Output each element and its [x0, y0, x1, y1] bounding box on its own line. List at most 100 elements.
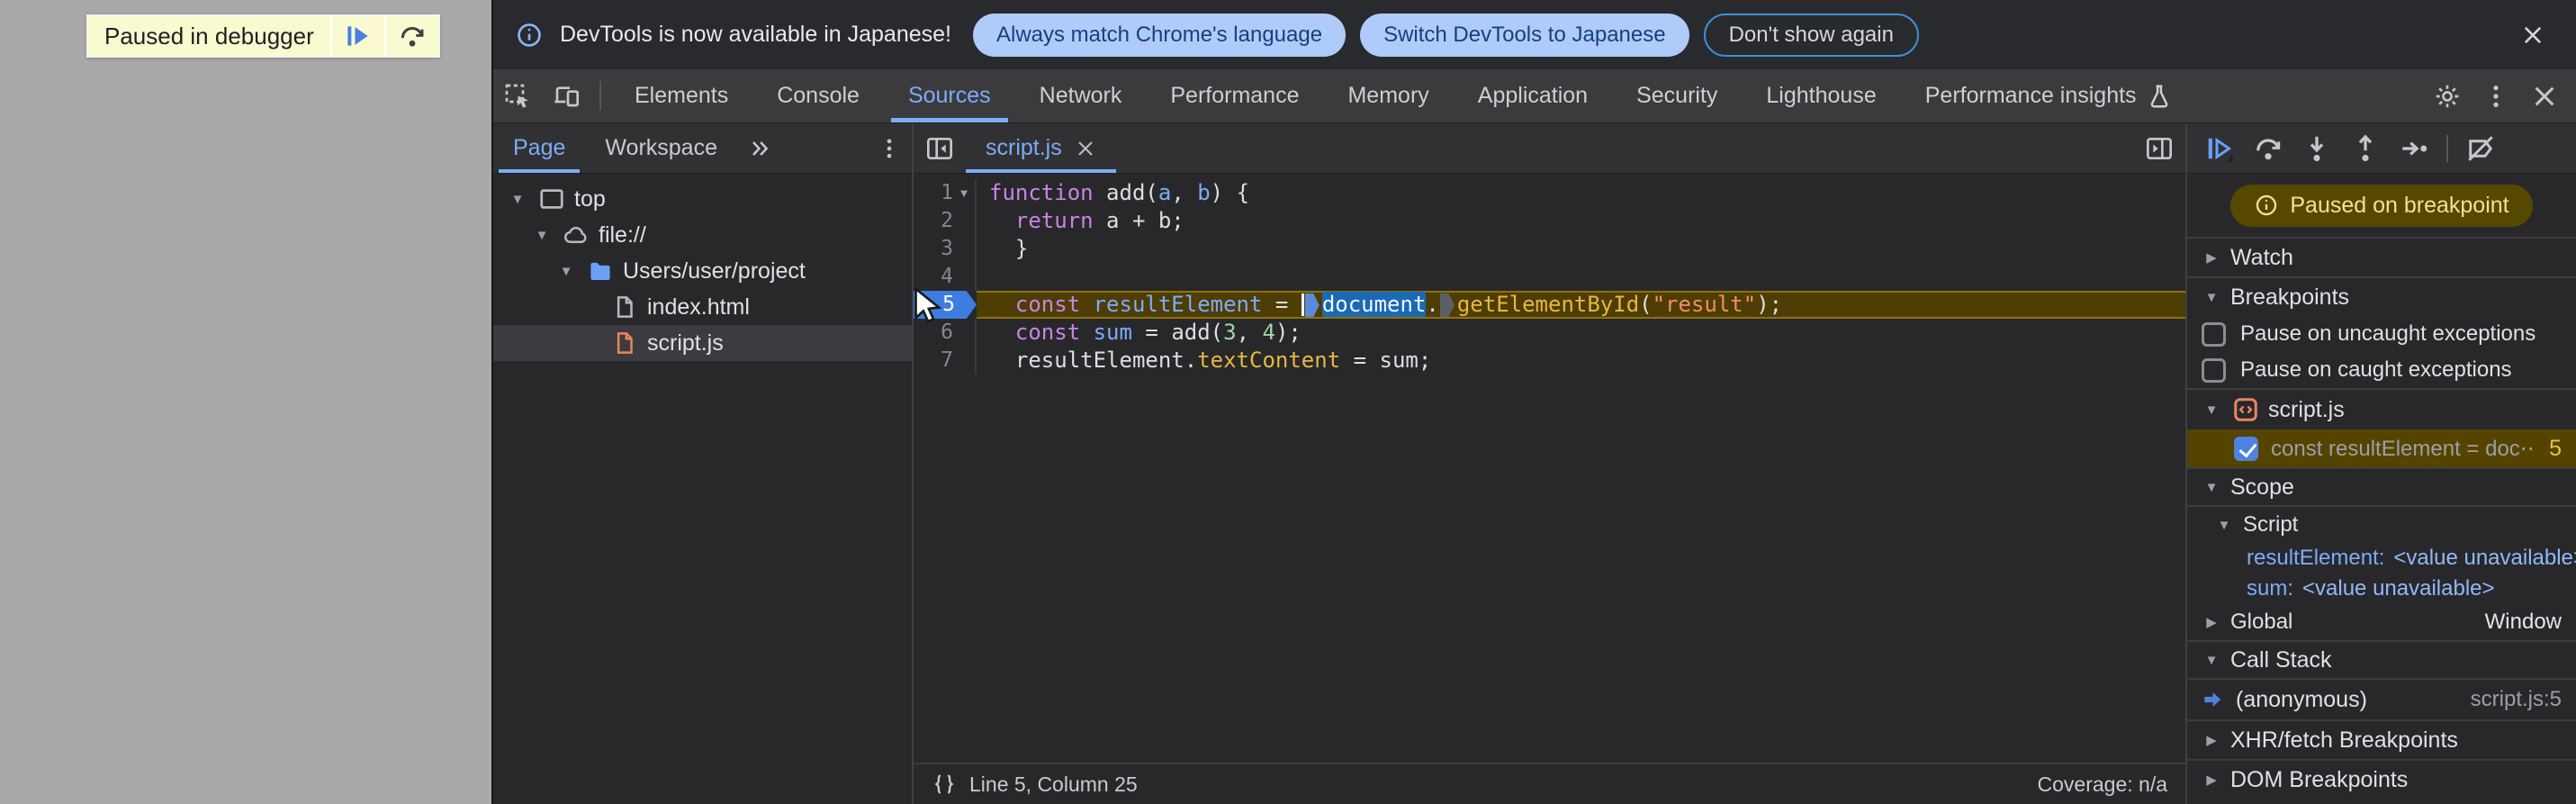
tree-item-label: index.html: [647, 294, 750, 320]
navigator-menu-button[interactable]: [867, 123, 912, 173]
scope-variable[interactable]: sum: <value unavailable>: [2187, 574, 2576, 604]
line-number[interactable]: 7: [914, 347, 977, 375]
step-button[interactable]: [2391, 128, 2437, 169]
close-icon: [2520, 23, 2545, 48]
step-out-button[interactable]: [2342, 128, 2389, 169]
pause-on-uncaught-exceptions-checkbox[interactable]: [2202, 321, 2226, 347]
code-text[interactable]: [977, 263, 2185, 291]
tab-console[interactable]: Console: [752, 69, 884, 122]
scope-script-group[interactable]: ▼ Script: [2187, 507, 2576, 543]
more-options-button[interactable]: [2472, 82, 2520, 111]
section-xhr-breakpoints[interactable]: ▶ XHR/fetch Breakpoints: [2187, 719, 2576, 759]
banner-step-over-button[interactable]: [383, 16, 438, 56]
breakpoint-marker[interactable]: 5: [914, 291, 977, 319]
tree-item-index-html[interactable]: index.html: [493, 289, 912, 325]
global-scope-value: Window: [2484, 610, 2562, 634]
infobar-button-always-match-chrome-s-language[interactable]: Always match Chrome's language: [972, 13, 1347, 57]
code-token: (: [1639, 292, 1653, 317]
tab-close-button[interactable]: [1075, 138, 1096, 159]
resume-script-button[interactable]: [2196, 128, 2243, 169]
call-stack-frame[interactable]: (anonymous) script.js:5: [2187, 680, 2576, 719]
code-token: resultElement: [1093, 292, 1263, 317]
line-number[interactable]: 3: [914, 235, 977, 263]
more-tabs-button[interactable]: [737, 123, 782, 173]
pretty-print-icon[interactable]: [932, 772, 957, 797]
code-line-4: 4: [914, 263, 2185, 291]
code-text[interactable]: const sum = add(3, 4);: [977, 319, 2185, 347]
tab-security[interactable]: Security: [1612, 69, 1742, 122]
inline-breakpoint-marker[interactable]: [1304, 294, 1320, 317]
tree-item-label: Users/user/project: [623, 257, 806, 284]
line-number-text: 6: [941, 321, 953, 344]
tab-memory[interactable]: Memory: [1323, 69, 1453, 122]
pause-on-uncaught-exceptions-row[interactable]: Pause on uncaught exceptions: [2187, 316, 2576, 352]
toggle-device-toolbar-button[interactable]: [542, 69, 590, 122]
chevron-down-icon[interactable]: ▼: [554, 264, 578, 279]
infobar-button-don-t-show-again[interactable]: Don't show again: [1703, 13, 1919, 57]
tab-lighthouse[interactable]: Lighthouse: [1742, 69, 1900, 122]
call-stack-frames: (anonymous) script.js:5: [2187, 680, 2576, 719]
info-icon: [515, 21, 544, 50]
pause-on-caught-exceptions-row[interactable]: Pause on caught exceptions: [2187, 352, 2576, 388]
code-text[interactable]: function add(a, b) {: [977, 179, 2185, 207]
close-devtools-button[interactable]: [2520, 82, 2569, 111]
tab-label: Security: [1636, 83, 1718, 108]
section-watch[interactable]: ▶ Watch: [2187, 237, 2576, 276]
tree-item-users-user-project[interactable]: ▼ Users/user/project: [493, 253, 912, 289]
toggle-debugger-sidebar-button[interactable]: [2133, 123, 2185, 173]
inline-breakpoint-marker[interactable]: [1439, 294, 1455, 317]
tab-performance-insights[interactable]: Performance insights: [1901, 69, 2197, 122]
code-editor[interactable]: 1 ▼ function add(a, b) {2 return a + b; 3 }…: [914, 174, 2185, 763]
tab-elements[interactable]: Elements: [610, 69, 752, 122]
tree-item-top[interactable]: ▼ top: [493, 181, 912, 217]
scope-global-group[interactable]: ▶ Global Window: [2187, 604, 2576, 640]
variable-name: sum:: [2247, 576, 2294, 601]
infobar-close-button[interactable]: [2511, 14, 2554, 57]
inspect-element-button[interactable]: [493, 69, 542, 122]
banner-resume-button[interactable]: [329, 16, 384, 56]
pause-on-caught-exceptions-checkbox[interactable]: [2202, 357, 2226, 383]
section-breakpoints[interactable]: ▼ Breakpoints: [2187, 276, 2576, 316]
tree-item-file[interactable]: ▼ file://: [493, 217, 912, 253]
tab-performance[interactable]: Performance: [1146, 69, 1323, 122]
section-dom-breakpoints[interactable]: ▶ DOM Breakpoints: [2187, 759, 2576, 799]
code-text[interactable]: }: [977, 235, 2185, 263]
line-number[interactable]: 1 ▼: [914, 179, 977, 207]
chevron-down-icon[interactable]: ▼: [530, 228, 554, 243]
screen: Paused in debugger DevTools is now avail…: [0, 0, 2576, 804]
cloud-icon: [563, 221, 590, 248]
navigator-tab-workspace[interactable]: Workspace: [585, 123, 737, 173]
tree-item-script-js[interactable]: script.js: [493, 325, 912, 361]
navigator-tab-page[interactable]: Page: [493, 123, 585, 173]
tab-sources[interactable]: Sources: [884, 69, 1015, 122]
toggle-navigator-button[interactable]: [914, 123, 966, 173]
line-number[interactable]: 6: [914, 319, 977, 347]
code-text[interactable]: return a + b;: [977, 207, 2185, 235]
step-over-button[interactable]: [2245, 128, 2292, 169]
tab-application[interactable]: Application: [1454, 69, 1612, 122]
breakpoint-file-label: script.js: [2268, 396, 2345, 422]
breakpoint-line-number: 5: [2549, 435, 2562, 461]
scope-variable[interactable]: resultElement: <value unavailable>: [2187, 543, 2576, 574]
section-call-stack[interactable]: ▼ Call Stack: [2187, 640, 2576, 680]
code-text[interactable]: resultElement.textContent = sum;: [977, 347, 2185, 375]
breakpoint-checkbox[interactable]: [2234, 436, 2258, 461]
breakpoint-file-group[interactable]: ▼ script.js: [2187, 388, 2576, 429]
fold-marker-icon[interactable]: ▼: [953, 179, 975, 207]
tab-network[interactable]: Network: [1015, 69, 1147, 122]
infobar-button-switch-devtools-to-japanese[interactable]: Switch DevTools to Japanese: [1360, 13, 1689, 57]
settings-button[interactable]: [2423, 82, 2472, 111]
line-number[interactable]: 4: [914, 263, 977, 291]
section-scope[interactable]: ▼ Scope: [2187, 467, 2576, 507]
chevron-down-icon[interactable]: ▼: [506, 192, 529, 207]
breakpoint-items: const resultElement = doc⋯ 5: [2187, 429, 2576, 467]
code-token: = sum;: [1340, 348, 1432, 373]
breakpoint-entry[interactable]: const resultElement = doc⋯ 5: [2187, 429, 2576, 467]
tab-script-js[interactable]: script.js: [966, 123, 1116, 173]
deactivate-breakpoints-button[interactable]: [2457, 128, 2504, 169]
line-number[interactable]: 2: [914, 207, 977, 235]
breakpoints-label: Breakpoints: [2230, 284, 2350, 310]
code-text[interactable]: const resultElement = document. getElemen…: [977, 291, 2185, 319]
step-into-button[interactable]: [2293, 128, 2340, 169]
main-toolbar: Elements Console Sources Network Performance…: [493, 69, 2576, 123]
